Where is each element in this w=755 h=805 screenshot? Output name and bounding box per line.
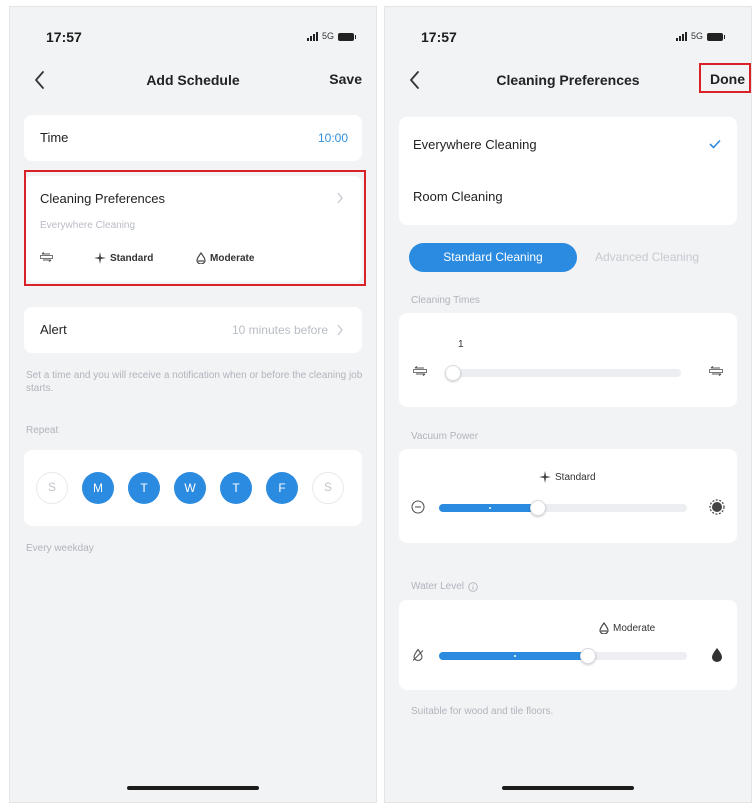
network-type: 5G xyxy=(321,31,334,41)
repeat-summary: Every weekday xyxy=(26,543,94,554)
time-label: Time xyxy=(40,130,69,145)
cleaning-times-slider[interactable] xyxy=(445,365,681,381)
alert-value: 10 minutes before xyxy=(231,323,328,337)
signal-icon xyxy=(675,31,687,41)
add-schedule-screen: 17:57 5G Add Schedule Save Time 10:00 Cl… xyxy=(9,6,377,803)
tab-standard-cleaning[interactable]: Standard Cleaning xyxy=(409,243,577,272)
cleaning-preferences-screen: 17:57 5G Cleaning Preferences Done Every… xyxy=(384,6,752,803)
save-button[interactable]: Save xyxy=(329,71,362,87)
checkmark-icon xyxy=(709,139,721,149)
status-time: 17:57 xyxy=(421,29,457,45)
vacuum-power-level: Standard xyxy=(539,471,596,483)
cleaning-times-min-icon xyxy=(413,366,427,376)
water-high-icon xyxy=(712,648,722,662)
cleaning-times-max-icon xyxy=(709,366,723,376)
highlight-box-done xyxy=(699,63,751,93)
cleaning-times-label: Cleaning Times xyxy=(411,295,480,306)
network-type: 5G xyxy=(690,31,703,41)
cleaning-type-tabs: Standard Cleaning Advanced Cleaning xyxy=(409,243,751,273)
vacuum-power-card: Standard xyxy=(399,449,737,543)
day-sunday[interactable]: S xyxy=(36,472,68,504)
cleaning-times-card: 1 xyxy=(399,313,737,407)
fan-icon xyxy=(539,471,551,483)
status-bar: 17:57 5G xyxy=(385,29,751,47)
slider-thumb[interactable] xyxy=(445,365,461,381)
water-level-heading: Water Level xyxy=(411,580,478,593)
slider-thumb[interactable] xyxy=(530,500,546,516)
home-indicator xyxy=(502,786,634,790)
info-icon[interactable] xyxy=(468,581,478,592)
water-drop-icon xyxy=(599,622,609,634)
day-friday[interactable]: F xyxy=(266,472,298,504)
day-wednesday[interactable]: W xyxy=(174,472,206,504)
battery-icon xyxy=(338,33,356,41)
page-title: Cleaning Preferences xyxy=(496,72,640,88)
water-level-slider[interactable] xyxy=(439,648,687,664)
mode-option-everywhere[interactable]: Everywhere Cleaning xyxy=(399,117,737,171)
home-indicator xyxy=(127,786,259,790)
vacuum-power-value: Standard xyxy=(555,471,596,483)
day-monday[interactable]: M xyxy=(82,472,114,504)
time-row[interactable]: Time 10:00 xyxy=(24,115,362,161)
water-level-label: Water Level xyxy=(411,581,464,592)
nav-bar: Cleaning Preferences Done xyxy=(385,63,751,99)
mode-option-label: Everywhere Cleaning xyxy=(413,137,537,152)
slider-fill xyxy=(439,504,538,512)
alert-row[interactable]: Alert 10 minutes before xyxy=(24,307,362,353)
slider-fill-marker xyxy=(514,655,516,657)
mode-option-room[interactable]: Room Cleaning xyxy=(399,171,737,225)
water-level-card: Moderate xyxy=(399,600,737,690)
day-tuesday[interactable]: T xyxy=(128,472,160,504)
alert-label: Alert xyxy=(40,322,67,337)
day-saturday[interactable]: S xyxy=(312,472,344,504)
vacuum-power-slider[interactable] xyxy=(439,500,687,516)
signal-icon xyxy=(306,31,318,41)
floor-suitability-note: Suitable for wood and tile floors. xyxy=(411,706,554,717)
water-off-icon xyxy=(412,648,424,662)
status-icons: 5G xyxy=(675,31,725,41)
status-icons: 5G xyxy=(306,31,356,41)
vacuum-power-label: Vacuum Power xyxy=(411,431,479,442)
tab-advanced-cleaning[interactable]: Advanced Cleaning xyxy=(595,243,699,272)
mode-option-label: Room Cleaning xyxy=(413,189,503,204)
alert-description: Set a time and you will receive a notifi… xyxy=(26,370,363,394)
vacuum-min-icon xyxy=(411,500,425,514)
chevron-right-icon xyxy=(337,324,343,336)
page-title: Add Schedule xyxy=(146,72,240,88)
time-value[interactable]: 10:00 xyxy=(318,131,348,145)
battery-icon xyxy=(707,33,725,41)
vacuum-max-icon xyxy=(709,499,725,515)
highlight-box-preferences xyxy=(24,170,366,286)
status-time: 17:57 xyxy=(46,29,82,45)
status-bar: 17:57 5G xyxy=(10,29,376,47)
nav-bar: Add Schedule Save xyxy=(10,63,376,99)
slider-thumb[interactable] xyxy=(580,648,596,664)
slider-fill-marker xyxy=(489,507,491,509)
day-thursday[interactable]: T xyxy=(220,472,252,504)
slider-fill xyxy=(439,652,588,660)
cleaning-mode-card: Everywhere Cleaning Room Cleaning xyxy=(399,117,737,225)
repeat-day-selector: S M T W T F S xyxy=(24,450,362,526)
water-level-indicator: Moderate xyxy=(599,622,655,634)
water-level-value: Moderate xyxy=(613,622,656,634)
repeat-label: Repeat xyxy=(26,425,59,436)
cleaning-times-value: 1 xyxy=(458,339,464,350)
